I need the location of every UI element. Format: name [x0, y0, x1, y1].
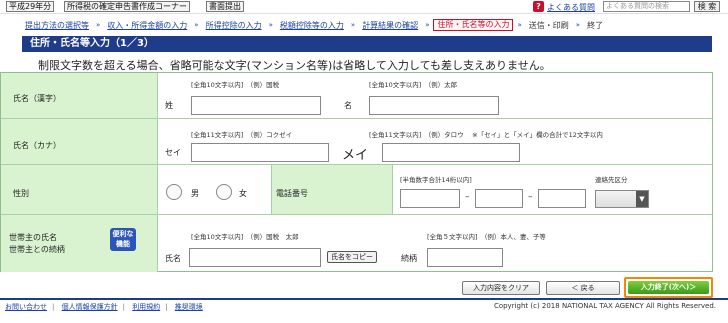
page-title: 住所・氏名等入力（1／3）	[22, 36, 712, 52]
copyright-text: Copyright (c) 2018 NATIONAL TAX AGENCY A…	[493, 302, 716, 310]
phone-dash-2: –	[528, 192, 533, 202]
gender-phone-row: 性別 男 女 電話番号 [半角数字合計14桁以内] – – 連絡先区分 ▼	[1, 165, 712, 215]
step-income[interactable]: 収入・所得金額の入力	[104, 20, 190, 31]
householder-name-label: 世帯主の氏名	[9, 233, 57, 242]
chevron-right-icon: »	[194, 21, 199, 29]
contact-link[interactable]: お問い合わせ	[5, 303, 47, 311]
copy-name-button[interactable]: 氏名をコピー	[327, 251, 377, 263]
step-deduction[interactable]: 所得控除の入力	[203, 20, 265, 31]
sei-kanji-hint: [全角10文字以内] （例）国税	[191, 81, 280, 89]
name-kana-label: 氏名（カナ）	[13, 141, 61, 150]
paper-submission-button[interactable]: 書面提出	[206, 1, 244, 12]
sei-kanji-label: 姓	[165, 101, 173, 110]
step-end: 終了	[587, 20, 604, 30]
relation-field-label: 続柄	[401, 254, 417, 263]
gender-female-radio[interactable]	[216, 184, 232, 200]
step-address-name-current: 住所・氏名等の入力	[433, 19, 514, 31]
top-bar: 平成29年分 所得税の確定申告書作成コーナー 書面提出 ? よくある質問 よくあ…	[0, 0, 728, 14]
step-submission-method[interactable]: 提出方法の選択等	[22, 20, 92, 31]
finish-input-next-button[interactable]: 入力終了(次へ)＞	[628, 281, 709, 294]
convenient-feature-badge[interactable]: 便利な 機能	[110, 228, 136, 251]
chevron-right-icon: »	[268, 21, 273, 29]
householder-name-input[interactable]	[189, 248, 321, 267]
gender-male-label: 男	[191, 189, 199, 198]
year-button[interactable]: 平成29年分	[6, 1, 55, 12]
chevron-right-icon: »	[575, 21, 581, 29]
chevron-down-icon: ▼	[636, 191, 648, 207]
step-send-print: 送信・印刷	[528, 20, 569, 30]
sei-kana-hint: [全角11文字以内] （例）コクゼイ	[191, 131, 293, 139]
phone-hint: [半角数字合計14桁以内]	[400, 176, 472, 184]
phone-label: 電話番号	[276, 189, 308, 198]
back-button[interactable]: ＜ 戻る	[546, 281, 620, 295]
privacy-policy-link[interactable]: 個人情報保護方針	[62, 303, 118, 311]
name-kanji-label: 氏名（漢字）	[13, 94, 61, 103]
phone-part2-input[interactable]	[475, 189, 523, 208]
step-navigation: 提出方法の選択等 » 収入・所得金額の入力 » 所得控除の入力 » 税額控除等の…	[22, 18, 712, 32]
relation-input[interactable]	[427, 248, 503, 267]
gender-label: 性別	[13, 189, 29, 198]
clear-input-button[interactable]: 入力内容をクリア	[462, 281, 540, 295]
householder-relation-label: 世帯主との続柄	[9, 245, 65, 254]
mei-kanji-hint: [全角10文字以内] （例）太郎	[369, 81, 458, 89]
relation-hint: [全角５文字以内] （例）本人、妻、子等	[427, 233, 546, 241]
step-result[interactable]: 計算結果の確認	[359, 20, 421, 31]
corner-button[interactable]: 所得税の確定申告書作成コーナー	[64, 1, 190, 12]
next-button-highlight: 入力終了(次へ)＞	[624, 277, 713, 298]
contact-type-label: 連絡先区分	[595, 176, 628, 184]
chevron-right-icon: »	[96, 21, 101, 29]
search-button[interactable]: 検 索	[694, 1, 720, 12]
mei-kana-hint: [全角11文字以内] （例）タロウ ※「セイ」と「メイ」欄の合計で12文字以内	[369, 131, 603, 139]
chevron-right-icon: »	[517, 21, 522, 29]
faq-link[interactable]: よくある質問	[547, 2, 595, 13]
question-icon: ?	[533, 1, 544, 12]
mei-kanji-label: 名	[344, 101, 352, 110]
mei-kana-input[interactable]	[382, 143, 520, 162]
step-tax-credit[interactable]: 税額控除等の入力	[277, 20, 347, 31]
sei-kana-input[interactable]	[191, 143, 329, 162]
sei-kanji-input[interactable]	[191, 96, 321, 115]
mei-kana-label: メイ	[342, 148, 369, 163]
input-form: 氏名（漢字） [全角10文字以内] （例）国税 [全角10文字以内] （例）太郎…	[0, 72, 713, 272]
terms-link[interactable]: 利用規約	[132, 303, 160, 311]
name-kana-row: 氏名（カナ） [全角11文字以内] （例）コクゼイ [全角11文字以内] （例）…	[1, 119, 712, 165]
name-kanji-row: 氏名（漢字） [全角10文字以内] （例）国税 [全角10文字以内] （例）太郎…	[1, 73, 712, 119]
phone-dash-1: –	[465, 192, 470, 202]
householder-row: 世帯主の氏名 世帯主との続柄 便利な 機能 [全角10文字以内] （例）国税 太…	[1, 215, 712, 272]
footer-links: お問い合わせ | 個人情報保護方針 | 利用規約 | 推奨環境	[5, 303, 203, 311]
householder-name-hint: [全角10文字以内] （例）国税 太郎	[191, 233, 299, 241]
gender-male-radio[interactable]	[166, 184, 182, 200]
footer-divider	[0, 298, 728, 300]
notice-text: 制限文字数を超える場合、省略可能な文字(マンション名等)は省略して入力しても差し…	[38, 59, 551, 72]
faq-search-input[interactable]: よくある質問の検索	[603, 1, 690, 12]
householder-name-field-label: 氏名	[165, 254, 181, 263]
chevron-right-icon: »	[425, 21, 430, 29]
mei-kanji-input[interactable]	[369, 96, 499, 115]
sei-kana-label: セイ	[165, 148, 181, 157]
gender-female-label: 女	[239, 189, 247, 198]
phone-part3-input[interactable]	[538, 189, 586, 208]
contact-type-select[interactable]: ▼	[595, 190, 649, 208]
phone-part1-input[interactable]	[400, 189, 460, 208]
chevron-right-icon: »	[350, 21, 356, 29]
recommended-environment-link[interactable]: 推奨環境	[175, 303, 203, 311]
